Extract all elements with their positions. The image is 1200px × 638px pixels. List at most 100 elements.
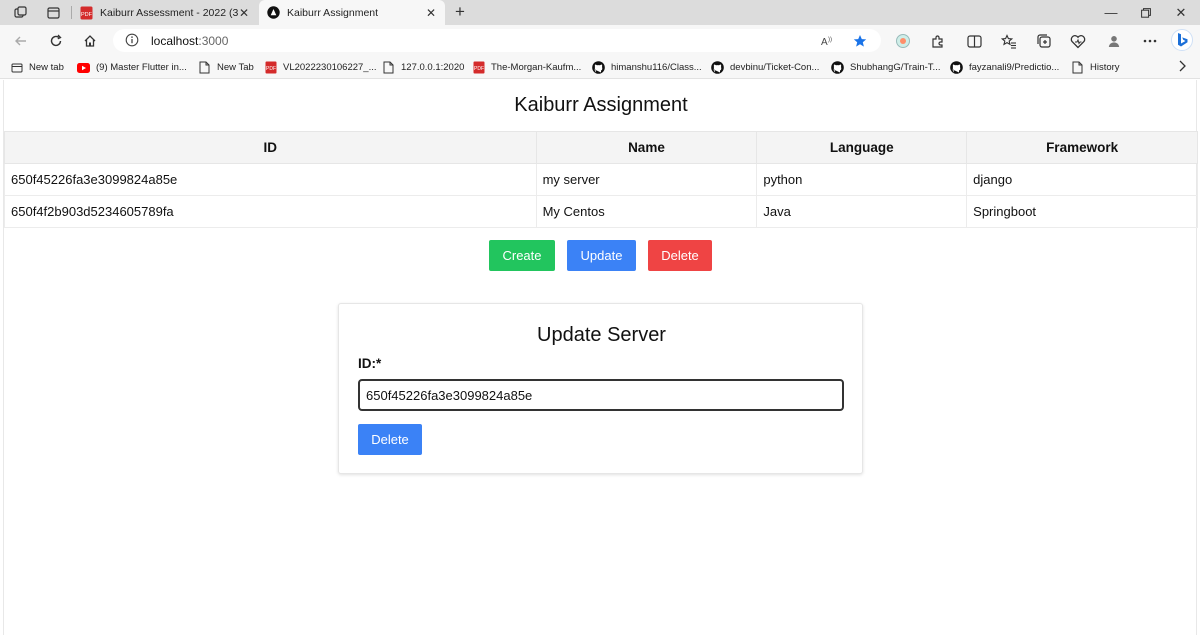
bookmark-item[interactable]: devbinu/Ticket-Con... <box>711 60 819 75</box>
extension-icon[interactable] <box>894 32 912 50</box>
back-icon[interactable] <box>10 30 32 52</box>
page-icon <box>10 61 23 74</box>
bing-copilot-icon[interactable] <box>1171 29 1193 51</box>
github-icon <box>950 61 963 74</box>
bookmark-item[interactable]: ShubhangG/Train-T... <box>831 60 940 75</box>
github-icon <box>711 61 724 74</box>
bookmark-item[interactable]: PDF The-Morgan-Kaufm... <box>472 60 581 75</box>
column-header-language: Language <box>756 131 968 164</box>
svg-text:)): )) <box>828 37 832 43</box>
more-options-icon[interactable] <box>1141 32 1159 50</box>
bookmark-item[interactable]: New Tab <box>198 60 254 75</box>
update-button[interactable]: Update <box>567 240 636 271</box>
pdf-icon: PDF <box>80 6 93 20</box>
bookmark-label: New tab <box>29 62 64 73</box>
tab-kaiburr[interactable]: Kaiburr Assignment ✕ <box>259 0 445 25</box>
pdf-icon: PDF <box>472 61 485 74</box>
address-bar[interactable]: localhost:3000 A)) <box>113 29 881 52</box>
favorites-icon[interactable] <box>1000 32 1018 50</box>
profile-icon[interactable] <box>1105 32 1123 50</box>
url-text: localhost:3000 <box>151 34 228 48</box>
bookmark-label: ShubhangG/Train-T... <box>850 62 941 73</box>
cell-id: 650f45226fa3e3099824a85e <box>4 163 537 196</box>
tab-title: Kaiburr Assessment - 2022 (3).pdf <box>100 6 238 19</box>
bookmarks-bar: New tab (9) Master Flutter in... New Tab… <box>0 56 1200 79</box>
refresh-icon[interactable] <box>45 30 67 52</box>
url-host: localhost <box>151 34 199 48</box>
column-header-framework: Framework <box>966 131 1198 164</box>
cell-id: 650f4f2b903d5234605789fa <box>4 195 537 228</box>
bookmark-label: The-Morgan-Kaufm... <box>491 62 582 73</box>
page-icon <box>198 61 211 74</box>
youtube-icon <box>77 61 90 74</box>
cell-name: My Centos <box>535 195 758 228</box>
form-title: Update Server <box>537 324 666 346</box>
tab-title: Kaiburr Assignment <box>287 6 379 19</box>
table-row[interactable]: 650f45226fa3e3099824a85e my server pytho… <box>4 163 1198 196</box>
bookmark-item[interactable]: fayzanali9/Predictio... <box>950 60 1059 75</box>
bookmark-label: himanshu116/Class... <box>611 62 702 73</box>
column-header-name: Name <box>535 131 758 164</box>
tab-strip: PDF Kaiburr Assessment - 2022 (3).pdf ✕ … <box>0 0 1200 25</box>
column-header-id: ID <box>4 131 537 164</box>
cell-language: python <box>756 163 968 196</box>
extensions-puzzle-icon[interactable] <box>928 32 946 50</box>
bookmark-item[interactable]: History <box>1071 60 1120 75</box>
bookmark-label: fayzanali9/Predictio... <box>969 62 1060 73</box>
home-icon[interactable] <box>79 30 101 52</box>
bookmark-item[interactable]: himanshu116/Class... <box>592 60 702 75</box>
close-window-icon[interactable]: ✕ <box>1162 0 1200 25</box>
bookmark-item[interactable]: (9) Master Flutter in... <box>77 60 187 75</box>
tab-pdf[interactable]: PDF Kaiburr Assessment - 2022 (3).pdf ✕ <box>72 0 258 25</box>
bookmark-label: (9) Master Flutter in... <box>96 62 187 73</box>
cell-name: my server <box>535 163 758 196</box>
favorite-star-icon[interactable] <box>852 33 868 49</box>
bookmark-label: New Tab <box>217 62 254 73</box>
app-icon <box>267 6 280 19</box>
read-aloud-icon[interactable]: A)) <box>820 33 836 49</box>
github-icon <box>831 61 844 74</box>
form-delete-button[interactable]: Delete <box>358 424 422 455</box>
bookmark-item[interactable]: New tab <box>10 60 64 75</box>
servers-table: ID Name Language Framework 650f45226fa3e… <box>4 131 1198 228</box>
minimize-icon[interactable]: — <box>1092 0 1130 25</box>
bookmark-label: VL2022230106227_... <box>283 62 377 73</box>
bookmark-label: History <box>1090 62 1120 73</box>
update-server-form: Update Server ID:* Delete <box>338 303 863 474</box>
svg-text:PDF: PDF <box>266 66 276 72</box>
pdf-icon: PDF <box>264 61 277 74</box>
cell-language: Java <box>756 195 968 228</box>
chevron-right-icon[interactable] <box>1178 60 1186 75</box>
cell-framework: Springboot <box>966 195 1198 228</box>
browser-toolbar: localhost:3000 A)) <box>0 25 1200 56</box>
id-field-label: ID:* <box>358 356 382 371</box>
table-row[interactable]: 650f4f2b903d5234605789fa My Centos Java … <box>4 195 1198 228</box>
info-icon[interactable] <box>125 33 139 47</box>
bookmark-label: devbinu/Ticket-Con... <box>730 62 820 73</box>
new-tab-icon[interactable]: + <box>451 3 469 21</box>
id-field[interactable] <box>358 379 844 411</box>
svg-text:PDF: PDF <box>474 66 484 72</box>
svg-text:PDF: PDF <box>81 12 93 18</box>
bookmark-item[interactable]: PDF VL2022230106227_... <box>264 60 377 75</box>
svg-text:A: A <box>821 37 828 47</box>
page-icon <box>382 61 395 74</box>
close-icon[interactable]: ✕ <box>425 6 437 20</box>
page-title: Kaiburr Assignment <box>514 94 688 116</box>
delete-button[interactable]: Delete <box>648 240 712 271</box>
bookmark-label: 127.0.0.1:2020 <box>401 62 465 73</box>
create-button[interactable]: Create <box>489 240 555 271</box>
bookmark-item[interactable]: 127.0.0.1:2020 <box>382 60 464 75</box>
browser-essentials-icon[interactable] <box>1069 32 1087 50</box>
close-icon[interactable]: ✕ <box>238 6 250 20</box>
collections-icon[interactable] <box>1035 32 1053 50</box>
workspaces-icon[interactable] <box>9 3 31 22</box>
page-viewport: Kaiburr Assignment ID Name Language Fram… <box>3 80 1198 635</box>
table-header-row: ID Name Language Framework <box>4 131 1198 164</box>
cell-framework: django <box>966 163 1198 196</box>
tab-actions-icon[interactable] <box>42 3 64 22</box>
url-port: :3000 <box>198 34 229 48</box>
page-icon <box>1071 61 1084 74</box>
split-screen-icon[interactable] <box>965 32 983 50</box>
restore-icon[interactable] <box>1127 0 1165 25</box>
